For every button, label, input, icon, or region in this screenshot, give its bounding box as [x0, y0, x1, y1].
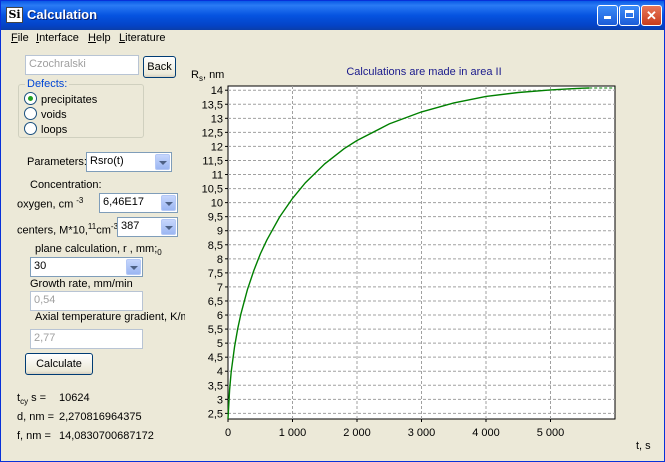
x-tick-label: 2 000: [343, 427, 371, 439]
y-tick-label: 9,5: [208, 212, 223, 224]
maximize-button[interactable]: [619, 5, 640, 26]
x-axis-label: t, s: [636, 440, 651, 452]
result-cycle-time: tcy s =: [17, 392, 47, 407]
calculate-button[interactable]: Calculate: [25, 353, 93, 375]
x-tick-label: 3 000: [408, 427, 436, 439]
y-tick-label: 10: [211, 198, 223, 210]
menu-file[interactable]: File: [11, 32, 29, 44]
radio-precipitates[interactable]: precipitates: [24, 92, 97, 106]
x-tick-label: 4 000: [472, 427, 500, 439]
radio-loops[interactable]: loops: [24, 122, 67, 136]
y-tick-label: 10,5: [202, 184, 223, 196]
y-tick-label: 11,5: [202, 155, 223, 167]
y-tick-label: 2,5: [208, 408, 223, 420]
result-d-value: 2,270816964375: [59, 411, 142, 423]
back-button[interactable]: Back: [143, 56, 176, 78]
radio-unselected-icon: [24, 122, 37, 135]
chart-panel: Calculations are made in area II 2,5 3 3,5…: [187, 55, 661, 457]
y-tick-label: 6: [217, 310, 223, 322]
centers-select[interactable]: 387: [117, 217, 178, 237]
close-button[interactable]: ✕: [641, 5, 662, 26]
y-tick-label: 9: [217, 226, 223, 238]
result-cycle-time-value: 10624: [59, 392, 90, 404]
y-tick-label: 14: [211, 85, 223, 97]
plane-label: plane calculation, r , mm;0: [35, 243, 162, 258]
menu-interface[interactable]: Interface: [36, 32, 79, 44]
gradient-field[interactable]: 2,77: [30, 329, 143, 349]
title-bar[interactable]: Si Calculation ✕: [1, 1, 664, 30]
line-chart: 2,5 3 3,5 4 4,5 5 5,5 6 6,5 7 7,5 8 8,5 9 9,5 10 10,5 11 1…: [191, 69, 651, 452]
centers-value: 387: [121, 220, 140, 232]
parameters-select[interactable]: Rsro(t): [86, 152, 172, 172]
chevron-down-icon[interactable]: [161, 195, 176, 211]
oxygen-select[interactable]: 6,46E17: [99, 193, 178, 213]
y-tick-label: 5,5: [208, 324, 223, 336]
y-tick-label: 7: [217, 282, 223, 294]
radio-selected-icon: [24, 92, 37, 105]
close-icon: ✕: [646, 8, 657, 23]
x-tick-label: 5 000: [537, 427, 565, 439]
window-title: Calculation: [27, 7, 98, 22]
radio-label: precipitates: [41, 94, 98, 106]
plane-select[interactable]: 30: [30, 257, 143, 277]
y-tick-label: 3,5: [208, 380, 223, 392]
growth-rate-label: Growth rate, mm/min: [30, 278, 133, 290]
y-tick-label: 13: [211, 113, 223, 125]
y-tick-label: 8,5: [208, 240, 223, 252]
chevron-down-icon[interactable]: [126, 259, 141, 275]
minimize-icon: [604, 16, 611, 19]
x-tick-label: 0: [225, 427, 231, 439]
minimize-button[interactable]: [597, 5, 618, 26]
plane-value: 30: [34, 260, 47, 272]
radio-unselected-icon: [24, 107, 37, 120]
menu-literature[interactable]: Literature: [119, 32, 165, 44]
menu-help[interactable]: Help: [88, 32, 111, 44]
y-tick-label: 12: [211, 141, 223, 153]
y-tick-label: 12,5: [202, 127, 223, 139]
chevron-down-icon[interactable]: [161, 219, 176, 235]
y-tick-label: 8: [217, 254, 223, 266]
maximize-icon: [625, 10, 634, 18]
defects-label: Defects:: [25, 78, 70, 90]
gradient-label: Axial temperature gradient, K/mm: [35, 311, 185, 323]
y-tick-label: 3: [217, 394, 223, 406]
x-tick-label: 1 000: [279, 427, 307, 439]
parameters-label: Parameters:: [27, 156, 87, 168]
concentration-label: Concentration:: [30, 179, 102, 191]
menu-bar: File Interface Help Literature: [1, 30, 664, 48]
result-d-label: d, nm =: [17, 411, 54, 423]
calculation-window: Si Calculation ✕ File Interface Help Lit…: [0, 0, 665, 462]
chevron-down-icon[interactable]: [155, 154, 170, 170]
result-f-label: f, nm =: [17, 430, 51, 442]
y-tick-label: 7,5: [208, 268, 223, 280]
y-tick-label: 13,5: [202, 99, 223, 111]
method-field[interactable]: Czochralski: [25, 55, 139, 75]
centers-label: centers, M*10,11cm-3: [17, 222, 119, 237]
parameters-panel: Czochralski Back Defects: precipitates v…: [1, 48, 187, 461]
y-tick-label: 6,5: [208, 296, 223, 308]
y-axis-label: Rs, nm: [191, 69, 224, 83]
y-tick-label: 4: [217, 366, 223, 378]
radio-voids[interactable]: voids: [24, 107, 67, 121]
result-f-value: 14,0830700687172: [59, 430, 154, 442]
y-tick-label: 11: [212, 170, 223, 182]
y-tick-label: 5: [217, 338, 223, 350]
radio-label: loops: [41, 124, 68, 136]
oxygen-label: oxygen, cm -3: [17, 196, 84, 211]
growth-rate-field[interactable]: 0,54: [30, 291, 143, 311]
radio-label: voids: [41, 109, 67, 121]
y-tick-label: 4,5: [208, 352, 223, 364]
oxygen-value: 6,46E17: [103, 196, 144, 208]
app-logo-icon: Si: [6, 7, 23, 23]
parameters-value: Rsro(t): [90, 155, 124, 167]
